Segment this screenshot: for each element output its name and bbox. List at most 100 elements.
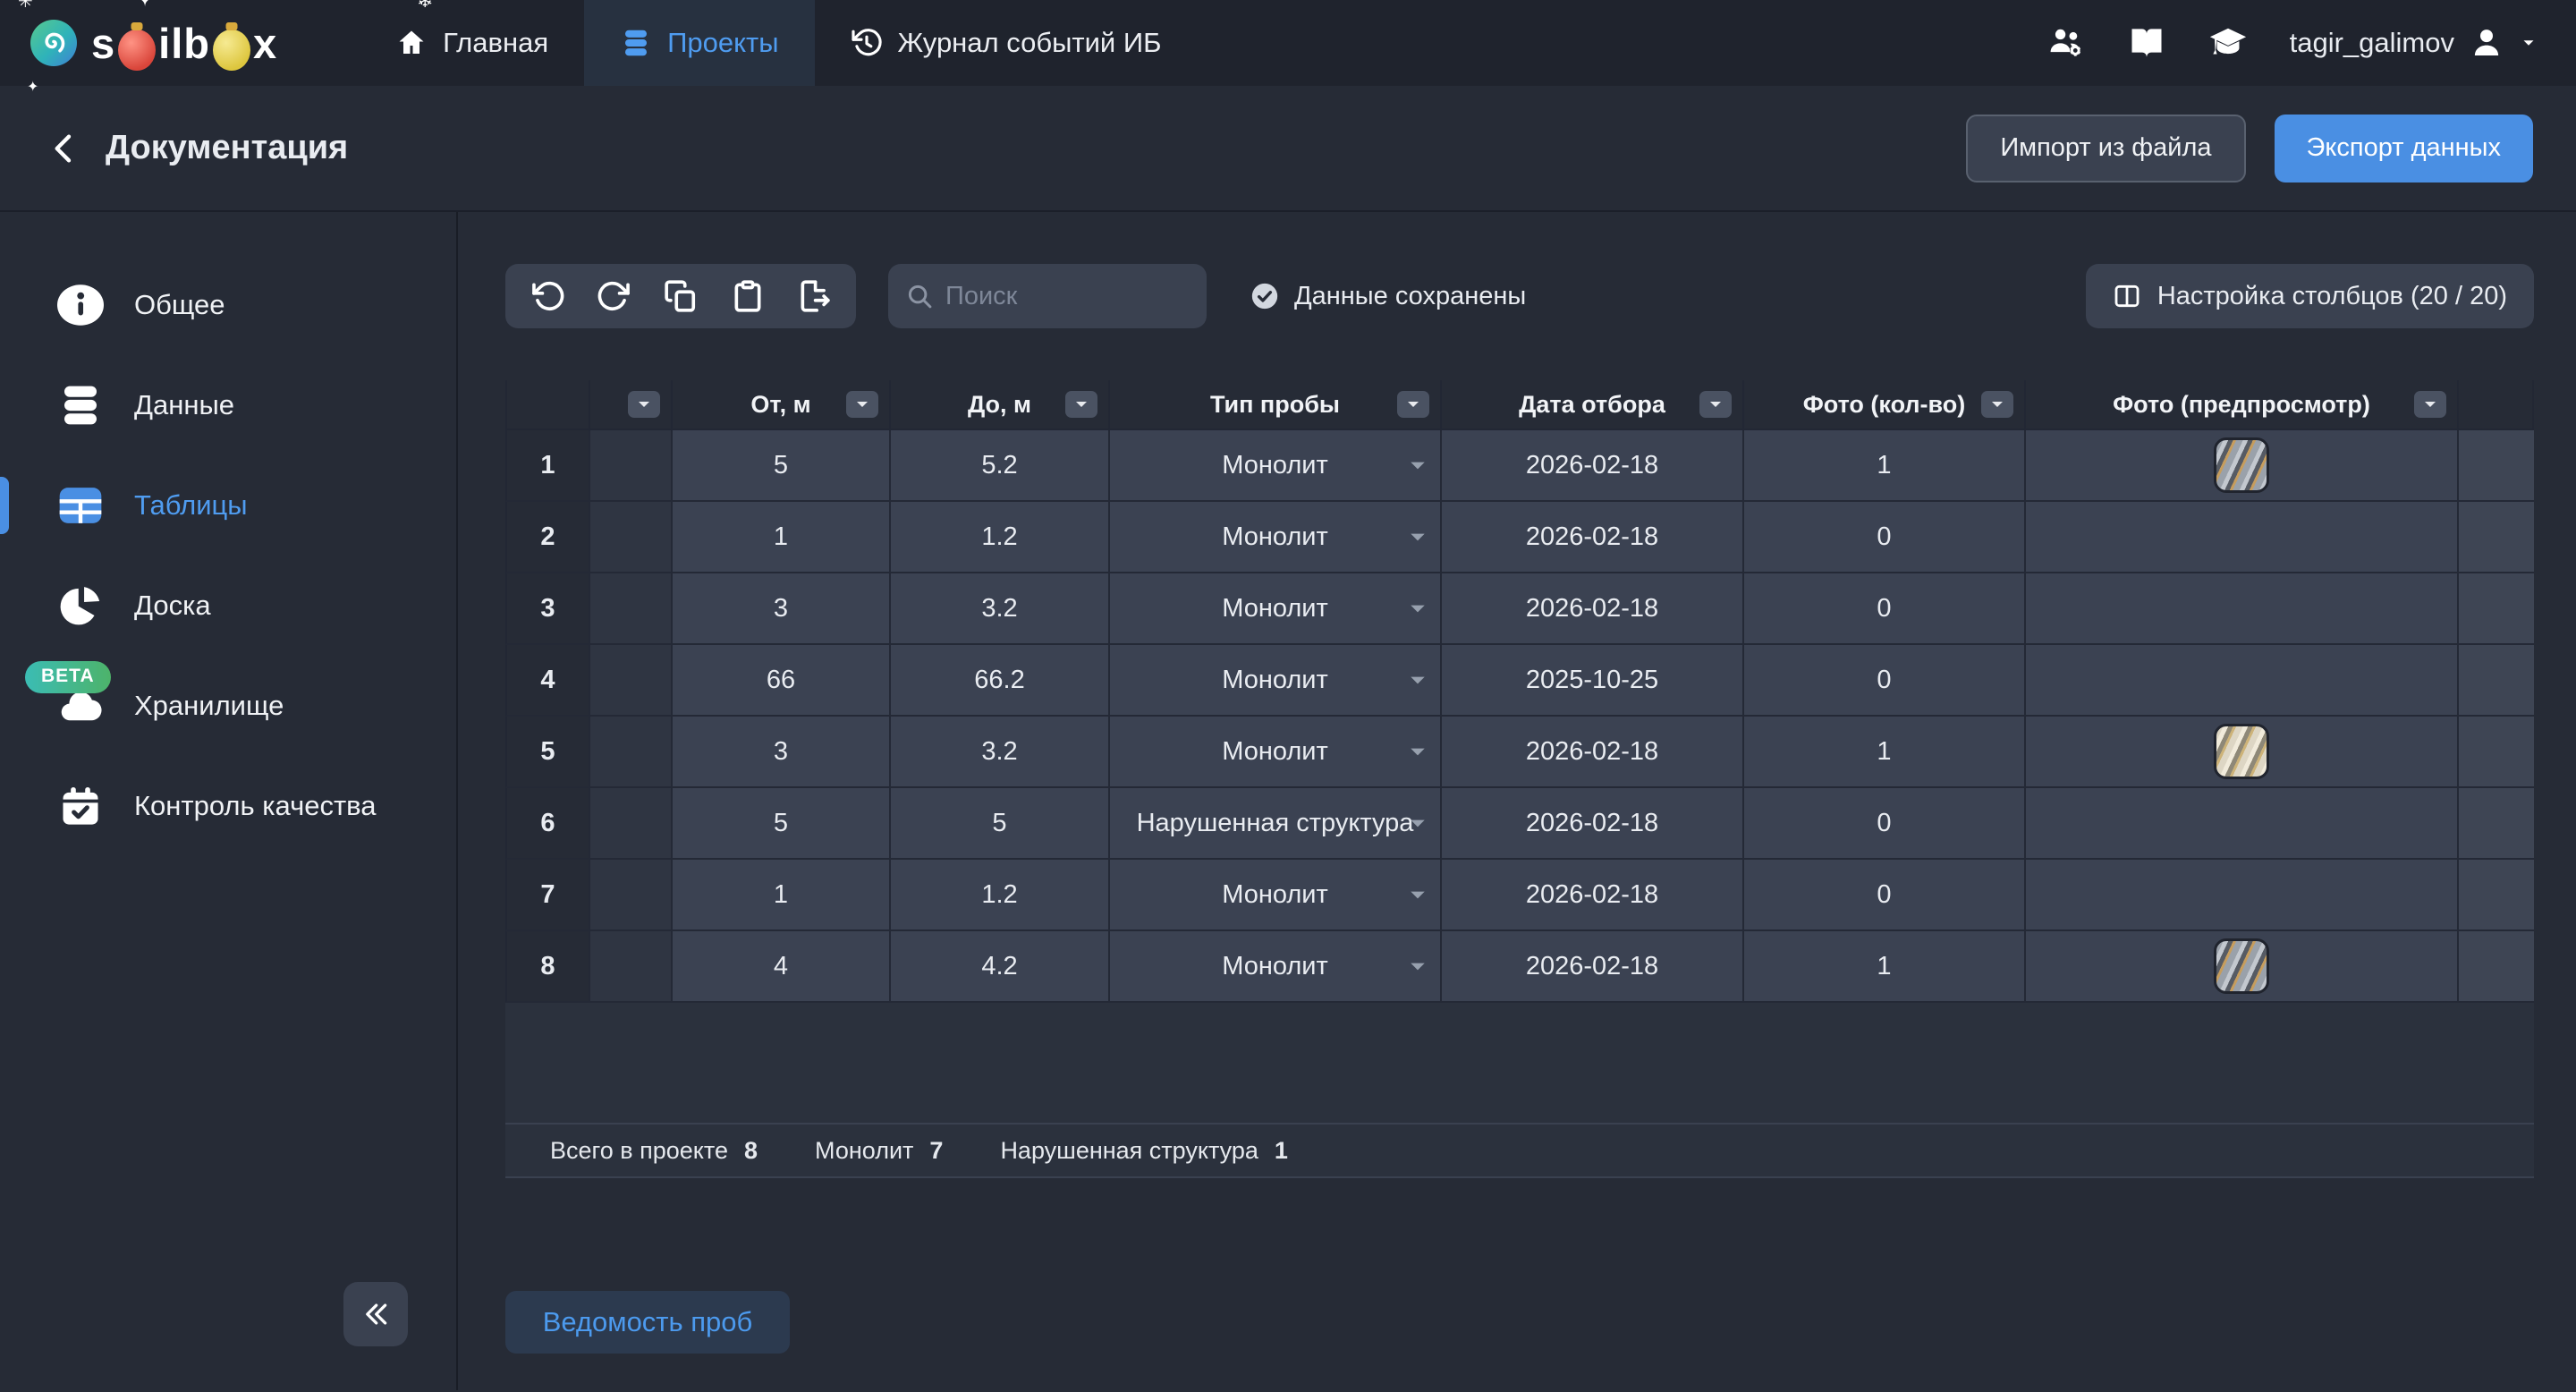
row-number-cell[interactable]: 1 (505, 430, 590, 502)
sidebar-item-storage[interactable]: BETA Хранилище (0, 656, 456, 756)
from-cell[interactable]: 66 (673, 645, 891, 717)
export-data-button[interactable]: Экспорт данных (2275, 115, 2533, 182)
photo-preview-cell[interactable] (2026, 717, 2459, 788)
sample-type-cell[interactable]: Монолит (1110, 645, 1442, 717)
import-from-file-button[interactable]: Импорт из файла (1966, 115, 2245, 182)
sample-type-cell[interactable]: Монолит (1110, 860, 1442, 931)
samples-report-button[interactable]: Ведомость проб (505, 1291, 790, 1354)
photo-count-cell[interactable]: 0 (1744, 573, 2026, 645)
nav-tab-projects[interactable]: Проекты (584, 0, 814, 86)
photo-count-cell[interactable]: 1 (1744, 430, 2026, 502)
photo-count-cell[interactable]: 0 (1744, 860, 2026, 931)
date-cell[interactable]: 2026-02-18 (1442, 860, 1744, 931)
to-cell[interactable]: 66.2 (891, 645, 1110, 717)
photo-thumbnail[interactable] (2214, 938, 2269, 994)
column-menu-button[interactable] (846, 391, 878, 418)
date-cell[interactable]: 2026-02-18 (1442, 931, 1744, 1003)
dropdown-caret-icon[interactable] (1410, 603, 1426, 615)
overflow-cell[interactable] (2459, 430, 2534, 502)
sample-type-cell[interactable]: Монолит (1110, 573, 1442, 645)
overflow-cell[interactable] (2459, 717, 2534, 788)
paste-button[interactable] (731, 279, 765, 313)
dropdown-caret-icon[interactable] (1410, 961, 1426, 972)
to-cell[interactable]: 5.2 (891, 430, 1110, 502)
photo-thumbnail[interactable] (2214, 437, 2269, 493)
undo-button[interactable] (530, 279, 564, 313)
documentation-button[interactable] (2127, 23, 2166, 63)
row-select-cell[interactable] (590, 860, 673, 931)
to-cell[interactable]: 4.2 (891, 931, 1110, 1003)
from-cell[interactable]: 1 (673, 502, 891, 573)
photo-preview-cell[interactable] (2026, 788, 2459, 860)
column-menu-button[interactable] (1699, 391, 1732, 418)
to-cell[interactable]: 3.2 (891, 573, 1110, 645)
from-cell[interactable]: 1 (673, 860, 891, 931)
sidebar-collapse-button[interactable] (343, 1282, 408, 1346)
to-cell[interactable]: 5 (891, 788, 1110, 860)
photo-preview-cell[interactable] (2026, 931, 2459, 1003)
photo-count-cell[interactable]: 0 (1744, 788, 2026, 860)
to-cell[interactable]: 1.2 (891, 860, 1110, 931)
row-select-cell[interactable] (590, 931, 673, 1003)
dropdown-caret-icon[interactable] (1410, 460, 1426, 471)
dropdown-caret-icon[interactable] (1410, 675, 1426, 686)
nav-tab-home[interactable]: Главная (360, 0, 584, 86)
photo-preview-cell[interactable] (2026, 860, 2459, 931)
search-input[interactable] (945, 282, 1189, 311)
photo-preview-cell[interactable] (2026, 645, 2459, 717)
from-cell[interactable]: 5 (673, 788, 891, 860)
row-select-cell[interactable] (590, 788, 673, 860)
user-menu[interactable]: tagir_galimov (2290, 24, 2538, 62)
nav-tab-security-log[interactable]: Журнал событий ИБ (815, 0, 1198, 86)
row-select-cell[interactable] (590, 717, 673, 788)
date-cell[interactable]: 2026-02-18 (1442, 717, 1744, 788)
column-menu-button[interactable] (628, 391, 660, 418)
sample-type-cell[interactable]: Монолит (1110, 430, 1442, 502)
export-rows-button[interactable] (797, 279, 831, 313)
redo-button[interactable] (597, 279, 631, 313)
sidebar-item-data[interactable]: Данные (0, 355, 456, 455)
from-cell[interactable]: 5 (673, 430, 891, 502)
date-cell[interactable]: 2026-02-18 (1442, 573, 1744, 645)
overflow-cell[interactable] (2459, 860, 2534, 931)
sidebar-item-general[interactable]: Общее (0, 255, 456, 355)
row-number-cell[interactable]: 6 (505, 788, 590, 860)
app-logo[interactable]: silbx (30, 0, 277, 86)
photo-count-cell[interactable]: 1 (1744, 931, 2026, 1003)
back-button[interactable] (47, 131, 82, 166)
dropdown-caret-icon[interactable] (1410, 818, 1426, 829)
column-settings-button[interactable]: Настройка столбцов (20 / 20) (2086, 264, 2534, 328)
row-number-cell[interactable]: 8 (505, 931, 590, 1003)
sample-type-cell[interactable]: Нарушенная структура (1110, 788, 1442, 860)
photo-thumbnail[interactable] (2214, 724, 2269, 779)
date-cell[interactable]: 2026-02-18 (1442, 788, 1744, 860)
sample-type-cell[interactable]: Монолит (1110, 717, 1442, 788)
row-number-cell[interactable]: 5 (505, 717, 590, 788)
column-menu-button[interactable] (1981, 391, 2013, 418)
row-select-cell[interactable] (590, 645, 673, 717)
row-select-cell[interactable] (590, 430, 673, 502)
column-menu-button[interactable] (1065, 391, 1097, 418)
row-number-cell[interactable]: 4 (505, 645, 590, 717)
dropdown-caret-icon[interactable] (1410, 746, 1426, 758)
from-cell[interactable]: 3 (673, 717, 891, 788)
photo-preview-cell[interactable] (2026, 502, 2459, 573)
photo-preview-cell[interactable] (2026, 573, 2459, 645)
from-cell[interactable]: 4 (673, 931, 891, 1003)
row-select-cell[interactable] (590, 573, 673, 645)
photo-count-cell[interactable]: 0 (1744, 502, 2026, 573)
dropdown-caret-icon[interactable] (1410, 889, 1426, 901)
to-cell[interactable]: 1.2 (891, 502, 1110, 573)
team-management-button[interactable] (2046, 23, 2086, 63)
sample-type-cell[interactable]: Монолит (1110, 931, 1442, 1003)
photo-count-cell[interactable]: 1 (1744, 717, 2026, 788)
sample-type-cell[interactable]: Монолит (1110, 502, 1442, 573)
date-cell[interactable]: 2026-02-18 (1442, 430, 1744, 502)
photo-preview-cell[interactable] (2026, 430, 2459, 502)
overflow-cell[interactable] (2459, 502, 2534, 573)
overflow-cell[interactable] (2459, 645, 2534, 717)
to-cell[interactable]: 3.2 (891, 717, 1110, 788)
row-number-cell[interactable]: 2 (505, 502, 590, 573)
photo-count-cell[interactable]: 0 (1744, 645, 2026, 717)
dropdown-caret-icon[interactable] (1410, 531, 1426, 543)
